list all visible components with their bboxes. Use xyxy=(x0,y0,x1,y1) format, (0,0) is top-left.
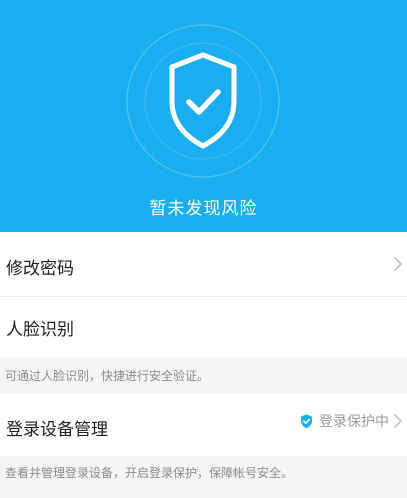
face-recognition-label: 人脸识别 xyxy=(6,320,74,340)
shield-check-icon xyxy=(301,414,312,428)
change-password-label: 修改密码 xyxy=(6,259,74,279)
change-password-row[interactable]: 修改密码 xyxy=(0,232,407,296)
security-status-header: 暂未发现风险 xyxy=(0,0,407,232)
face-recognition-hint: 可通过人脸识别，快捷进行安全验证。 xyxy=(5,369,210,383)
face-recognition-description: 可通过人脸识别，快捷进行安全验证。 xyxy=(0,357,407,394)
login-device-management-row[interactable]: 登录设备管理 登录保护中 xyxy=(0,394,407,456)
risk-status-label: 暂未发现风险 xyxy=(149,199,258,219)
login-device-management-description: 查看并管理登录设备，开启登录保护，保障帐号安全。 xyxy=(0,456,407,498)
login-protection-status-text: 登录保护中 xyxy=(319,414,389,430)
face-recognition-row[interactable]: 人脸识别 xyxy=(0,297,407,357)
login-device-management-label: 登录设备管理 xyxy=(6,420,108,440)
chevron-right-icon xyxy=(394,414,402,428)
chevron-right-icon xyxy=(394,257,402,271)
login-protection-status: 登录保护中 xyxy=(300,412,403,430)
login-device-management-hint: 查看并管理登录设备，开启登录保护，保障帐号安全。 xyxy=(5,466,294,480)
